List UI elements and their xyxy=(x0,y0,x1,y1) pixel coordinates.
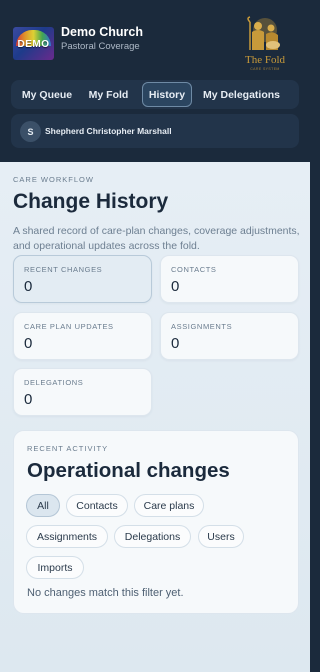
stat-card-recent-changes[interactable]: RECENT CHANGES 0 xyxy=(13,255,152,303)
current-user-bar[interactable]: S Shepherd Christopher Marshall xyxy=(11,114,299,148)
stat-card-assignments[interactable]: ASSIGNMENTS 0 xyxy=(160,312,299,360)
stat-value: 0 xyxy=(24,278,33,295)
activity-title: Operational changes xyxy=(27,459,230,482)
church-logo: DEMO xyxy=(13,27,54,60)
page-title: Change History xyxy=(13,190,169,213)
filter-chip-imports[interactable]: Imports xyxy=(26,556,84,579)
activity-eyebrow: RECENT ACTIVITY xyxy=(27,444,109,453)
the-fold-subtitle: CARE SYSTEM xyxy=(250,67,280,71)
user-avatar: S xyxy=(20,121,41,142)
filter-chip-contacts[interactable]: Contacts xyxy=(66,494,128,517)
empty-state-message: No changes match this filter yet. xyxy=(27,587,184,599)
main-content: CARE WORKFLOW Change History A shared re… xyxy=(0,162,310,672)
stat-card-contacts[interactable]: CONTACTS 0 xyxy=(160,255,299,303)
logo-text: DEMO xyxy=(17,39,50,50)
stat-value: 0 xyxy=(171,278,180,295)
filter-chip-all[interactable]: All xyxy=(26,494,60,517)
stat-card-delegations[interactable]: DELEGATIONS 0 xyxy=(13,368,152,416)
shepherd-emblem-icon xyxy=(247,16,280,50)
filter-chip-care-plans[interactable]: Care plans xyxy=(134,494,204,517)
filter-chip-assignments[interactable]: Assignments xyxy=(26,525,108,548)
recent-activity-panel: RECENT ACTIVITY Operational changes All … xyxy=(13,430,299,614)
page-eyebrow: CARE WORKFLOW xyxy=(13,175,94,184)
stat-label: RECENT CHANGES xyxy=(24,265,103,274)
the-fold-title: The Fold xyxy=(244,54,286,66)
filter-chip-users[interactable]: Users xyxy=(198,525,244,548)
stat-value: 0 xyxy=(24,391,33,408)
tab-history[interactable]: History xyxy=(142,82,192,107)
stat-label: CONTACTS xyxy=(171,265,217,274)
stat-label: CARE PLAN UPDATES xyxy=(24,322,114,331)
user-name: Shepherd Christopher Marshall xyxy=(45,126,172,136)
app-header: DEMO Demo Church Pastoral Coverage The F… xyxy=(0,0,310,162)
the-fold-logo: The Fold CARE SYSTEM xyxy=(240,16,290,72)
tab-my-queue[interactable]: My Queue xyxy=(14,82,80,107)
stat-value: 0 xyxy=(171,335,180,352)
page-description: A shared record of care-plan changes, co… xyxy=(13,225,300,252)
main-tabs: My Queue My Fold History My Delegations xyxy=(11,80,299,109)
org-subtitle: Pastoral Coverage xyxy=(61,41,140,52)
tab-my-delegations[interactable]: My Delegations xyxy=(197,82,286,107)
tab-my-fold[interactable]: My Fold xyxy=(85,82,132,107)
filter-chip-delegations[interactable]: Delegations xyxy=(114,525,191,548)
stat-value: 0 xyxy=(24,335,33,352)
stat-label: DELEGATIONS xyxy=(24,378,84,387)
org-name: Demo Church xyxy=(61,25,143,39)
stat-card-care-plan-updates[interactable]: CARE PLAN UPDATES 0 xyxy=(13,312,152,360)
stat-label: ASSIGNMENTS xyxy=(171,322,233,331)
